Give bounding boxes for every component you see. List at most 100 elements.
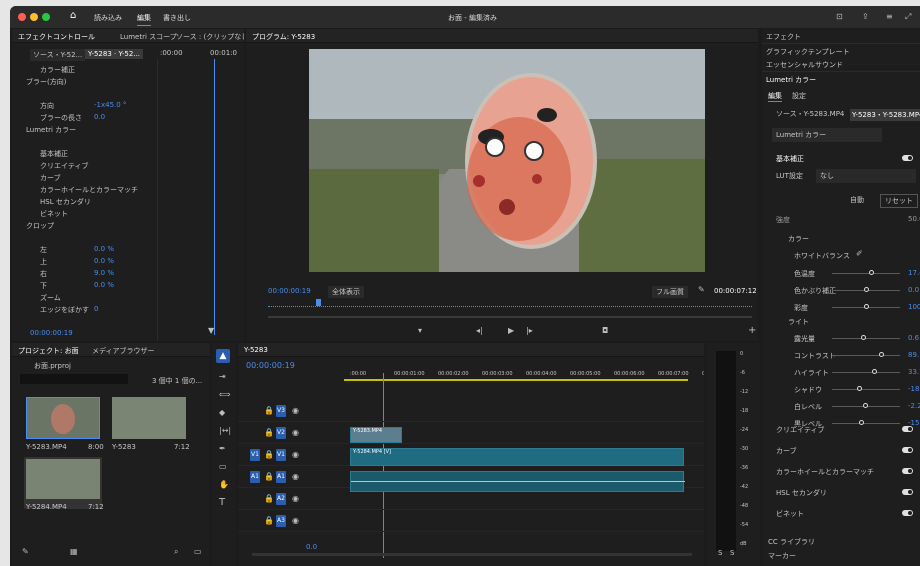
- work-area-bar[interactable]: [344, 379, 688, 381]
- ec-row[interactable]: 左: [40, 245, 47, 255]
- ec-row[interactable]: カラーホイールとカラーマッチ: [40, 185, 138, 195]
- pen-icon[interactable]: ✒: [219, 445, 226, 453]
- section-light[interactable]: ライト: [788, 317, 809, 327]
- play-icon[interactable]: ▶: [508, 327, 514, 335]
- type-tool-icon[interactable]: T: [219, 498, 225, 508]
- section-basic[interactable]: 基本補正: [776, 154, 804, 164]
- ec-value[interactable]: 0.0 %: [94, 245, 114, 253]
- target-clip-label[interactable]: Y-5283 · Y-52...: [85, 49, 144, 59]
- ec-row[interactable]: ズーム: [40, 293, 61, 303]
- tab-effect-controls[interactable]: エフェクトコントロール: [18, 32, 95, 42]
- selection-tool-icon[interactable]: ▲: [216, 349, 230, 363]
- program-ruler[interactable]: [268, 301, 752, 307]
- ec-value[interactable]: 0.0 %: [94, 281, 114, 289]
- section-toggle[interactable]: [902, 468, 913, 474]
- ec-row[interactable]: クリエイティブ: [40, 161, 88, 171]
- slider-knob[interactable]: [860, 335, 866, 340]
- section-1[interactable]: カーブ: [776, 446, 797, 456]
- ec-value[interactable]: 9.0 %: [94, 269, 114, 277]
- track-label[interactable]: A3: [276, 515, 286, 527]
- thumb-1[interactable]: [26, 397, 100, 439]
- ec-row[interactable]: カラー補正: [40, 65, 75, 75]
- subtab-edit[interactable]: 編集: [768, 91, 782, 102]
- ec-value[interactable]: -1x45.0 °: [94, 101, 126, 109]
- eye-icon[interactable]: ◉: [292, 407, 299, 415]
- search-icon[interactable]: ⌕: [174, 548, 178, 556]
- solo-right[interactable]: S: [730, 549, 734, 557]
- eye-icon[interactable]: ◉: [292, 495, 299, 503]
- clip-v1[interactable]: Y-5284.MP4 [V]: [350, 448, 684, 466]
- home-icon[interactable]: ⌂: [70, 11, 76, 21]
- effect-select[interactable]: Lumetri カラー: [772, 128, 882, 142]
- ec-row[interactable]: Lumetri カラー: [26, 125, 76, 135]
- header-lumetri-color[interactable]: Lumetri カラー: [766, 75, 816, 85]
- tab-lumetri-scopes[interactable]: Lumetri スコープ: [120, 32, 177, 42]
- eye-icon[interactable]: ◉: [292, 451, 299, 459]
- auto-button[interactable]: 自動: [850, 195, 864, 205]
- ec-row[interactable]: 基本補正: [40, 149, 68, 159]
- slider-track[interactable]: [832, 338, 900, 339]
- slider-knob[interactable]: [864, 287, 869, 292]
- ec-row[interactable]: 右: [40, 269, 47, 279]
- tab-export[interactable]: 書き出し: [163, 13, 191, 23]
- program-scrollbar[interactable]: [268, 316, 752, 318]
- eye-icon[interactable]: ◉: [292, 473, 299, 481]
- ec-row[interactable]: 方向: [40, 101, 54, 111]
- hand-icon[interactable]: ✋: [219, 481, 229, 489]
- workspace-icon[interactable]: ⊡: [836, 13, 843, 21]
- track-target[interactable]: V1: [250, 449, 260, 461]
- lock-icon[interactable]: 🔒: [264, 495, 274, 503]
- track-label[interactable]: V1: [276, 449, 286, 461]
- add-button-icon[interactable]: +: [748, 326, 756, 336]
- ripple-edit-icon[interactable]: ⟺: [219, 391, 230, 399]
- source-clip-label[interactable]: ソース・Y-52...: [30, 49, 86, 61]
- section-toggle[interactable]: [902, 447, 913, 453]
- timeline-scrollbar[interactable]: [252, 553, 692, 556]
- zoom-button[interactable]: [42, 13, 50, 21]
- reset-button[interactable]: リセット: [880, 194, 918, 208]
- slider-track[interactable]: [832, 389, 900, 390]
- fullscreen-icon[interactable]: ⤢: [905, 13, 911, 21]
- header-effects[interactable]: エフェクト: [766, 32, 801, 42]
- thumb-3-card[interactable]: [24, 457, 102, 509]
- ec-row[interactable]: 上: [40, 257, 47, 267]
- clip-v2[interactable]: Y-5283.MP4: [350, 427, 402, 443]
- step-back-icon[interactable]: ◂|: [476, 327, 483, 335]
- fit-dropdown[interactable]: 全体表示: [328, 286, 364, 298]
- track-label[interactable]: A2: [276, 493, 286, 505]
- section-3[interactable]: HSL セカンダリ: [776, 488, 827, 498]
- quality-dropdown[interactable]: フル画質: [652, 286, 688, 298]
- ec-row[interactable]: クロップ: [26, 221, 54, 231]
- wrench-icon[interactable]: ✎: [698, 286, 705, 294]
- subtab-settings[interactable]: 設定: [792, 91, 806, 101]
- slider-knob[interactable]: [858, 420, 864, 425]
- ec-row[interactable]: カーブ: [40, 173, 61, 183]
- lock-icon[interactable]: 🔒: [264, 517, 274, 525]
- slider-knob[interactable]: [872, 369, 878, 374]
- markers[interactable]: マーカー: [768, 551, 796, 561]
- track-label[interactable]: V3: [276, 405, 286, 417]
- tab-sequence[interactable]: Y-5283: [244, 346, 268, 354]
- menu-icon[interactable]: ≡: [886, 13, 893, 21]
- slider-track[interactable]: [832, 273, 900, 274]
- lock-icon[interactable]: 🔒: [264, 473, 274, 481]
- razor-icon[interactable]: ◆: [219, 409, 225, 417]
- step-forward-icon[interactable]: |▸: [526, 327, 533, 335]
- section-toggle[interactable]: [902, 510, 913, 516]
- tab-source[interactable]: ソース : (クリップなし): [176, 32, 244, 42]
- cc-libraries[interactable]: CC ライブラリ: [768, 537, 815, 547]
- track-target[interactable]: A1: [250, 471, 260, 483]
- section-2[interactable]: カラーホイールとカラーマッチ: [776, 467, 874, 477]
- lock-icon[interactable]: 🔒: [264, 407, 274, 415]
- slider-knob[interactable]: [869, 270, 875, 275]
- thumb-2[interactable]: [112, 397, 186, 439]
- header-essential-sound[interactable]: エッセンシャルサウンド: [766, 60, 843, 70]
- ec-value[interactable]: 0.0 %: [94, 257, 114, 265]
- eye-icon[interactable]: ◉: [292, 429, 299, 437]
- ec-row[interactable]: HSL セカンダリ: [40, 197, 91, 207]
- pencil-icon[interactable]: ✎: [22, 548, 29, 556]
- solo-left[interactable]: S: [718, 549, 722, 557]
- tab-project[interactable]: プロジェクト: お面: [18, 346, 79, 356]
- lumetri-target[interactable]: Y-5283・Y-5283.MP4: [850, 109, 920, 121]
- minimize-button[interactable]: [30, 13, 38, 21]
